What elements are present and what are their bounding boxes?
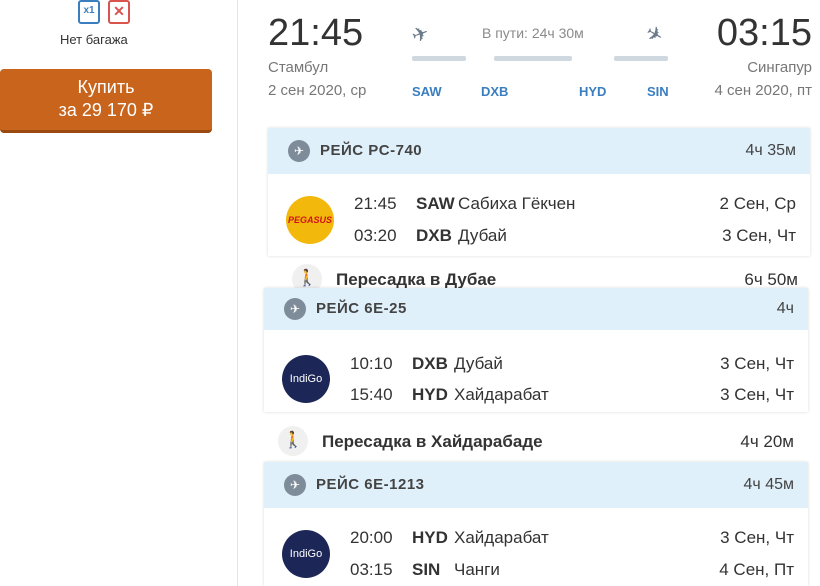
flight-icon: ✈: [284, 474, 306, 496]
route-bar: [614, 56, 668, 61]
departure-time: 21:45: [268, 12, 364, 54]
transit-time: В пути: 24ч 30м: [482, 25, 584, 41]
flight-duration: 4ч 45м: [743, 476, 794, 493]
route-bar: [524, 56, 572, 61]
segment-header: ✈ РЕЙС 6E-1213 4ч 45м: [264, 462, 808, 508]
flight-summary: 21:45 Стамбул 2 сен 2020, ср ✈ В пути: 2…: [238, 0, 820, 120]
baggage-count: x1: [83, 5, 95, 16]
flight-duration: 4ч 35м: [745, 142, 796, 159]
flight-duration: 4ч: [776, 300, 794, 317]
airport-code: DXB: [481, 84, 509, 99]
leg-code: DXB: [412, 354, 448, 373]
hand-luggage-icon: x1: [78, 0, 100, 24]
transfer-label: Пересадка в Дубае: [336, 270, 497, 289]
indigo-logo: IndiGo: [282, 530, 330, 578]
leg-code: DXB: [416, 226, 452, 245]
airport-code: HYD: [579, 84, 607, 99]
arrival-city: Сингапур: [747, 59, 812, 76]
leg-date: 3 Сен, Чт: [722, 226, 796, 245]
route-bar: [412, 56, 466, 61]
indigo-logo: IndiGo: [282, 355, 330, 403]
flight-number: РЕЙС PC-740: [320, 142, 423, 159]
baggage-label: Нет багажа: [60, 32, 128, 47]
takeoff-icon: ✈: [408, 21, 433, 49]
leg-time: 03:20: [354, 226, 397, 245]
leg-city: Дубай: [458, 226, 507, 245]
flight-number: РЕЙС 6E-25: [316, 300, 407, 317]
leg-city: Дубай: [454, 354, 503, 373]
no-baggage-icon: ✕: [108, 0, 130, 24]
leg-time: 03:15: [350, 560, 393, 579]
buy-price: за 29 170 ₽: [58, 100, 154, 120]
leg-time: 10:10: [350, 354, 393, 373]
transfer-label: Пересадка в Хайдарабаде: [322, 432, 543, 451]
leg-date: 3 Сен, Чт: [720, 354, 794, 373]
sidebar: x1 ✕ Нет багажа Купить за 29 170 ₽: [0, 0, 238, 586]
buy-button[interactable]: Купить за 29 170 ₽: [0, 69, 212, 133]
buy-label: Купить: [77, 77, 135, 97]
leg-date: 3 Сен, Чт: [720, 528, 794, 547]
flight-number: РЕЙС 6E-1213: [316, 476, 425, 493]
leg-city: Хайдарабат: [454, 385, 549, 404]
leg-city: Сабиха Гёкчен: [458, 194, 576, 213]
landing-icon: ✈: [641, 21, 667, 49]
leg-date: 3 Сен, Чт: [720, 385, 794, 404]
walking-person-icon: 🚶: [278, 426, 308, 456]
leg-time: 21:45: [354, 194, 397, 213]
flight-icon: ✈: [288, 140, 310, 162]
airport-code: SAW: [412, 84, 442, 99]
leg-code: SAW: [416, 194, 455, 213]
transfer: 🚶 Пересадка в Хайдарабаде 4ч 20м: [278, 424, 802, 460]
segment-header: ✈ РЕЙС PC-740 4ч 35м: [268, 128, 810, 174]
departure-date: 2 сен 2020, ср: [268, 82, 367, 99]
transfer-duration: 4ч 20м: [740, 432, 794, 451]
leg-code: SIN: [412, 560, 441, 579]
flight-icon: ✈: [284, 298, 306, 320]
airport-code: SIN: [647, 84, 669, 99]
flight-segment: ✈ РЕЙС 6E-1213 4ч 45м IndiGo 20:00 HYD Х…: [264, 462, 808, 586]
leg-code: HYD: [412, 385, 448, 404]
flight-segment: ✈ РЕЙС 6E-25 4ч IndiGo 10:10 DXB Дубай 3…: [264, 288, 808, 412]
baggage-icons: x1 ✕: [78, 0, 134, 26]
departure-city: Стамбул: [268, 59, 329, 76]
leg-city: Хайдарабат: [454, 528, 549, 547]
leg-date: 2 Сен, Ср: [719, 194, 796, 213]
leg-city: Чанги: [454, 560, 500, 579]
flight-segment: ✈ РЕЙС PC-740 4ч 35м PEGASUS 21:45 SAW С…: [268, 128, 810, 256]
leg-time: 15:40: [350, 385, 393, 404]
leg-time: 20:00: [350, 528, 393, 547]
segment-header: ✈ РЕЙС 6E-25 4ч: [264, 288, 808, 330]
leg-code: HYD: [412, 528, 448, 547]
arrival-date: 4 сен 2020, пт: [714, 82, 813, 99]
arrival-time: 03:15: [716, 12, 812, 54]
leg-date: 4 Сен, Пт: [719, 560, 794, 579]
route-bar: [494, 56, 528, 61]
pegasus-logo: PEGASUS: [286, 196, 334, 244]
transfer-duration: 6ч 50м: [744, 270, 798, 289]
